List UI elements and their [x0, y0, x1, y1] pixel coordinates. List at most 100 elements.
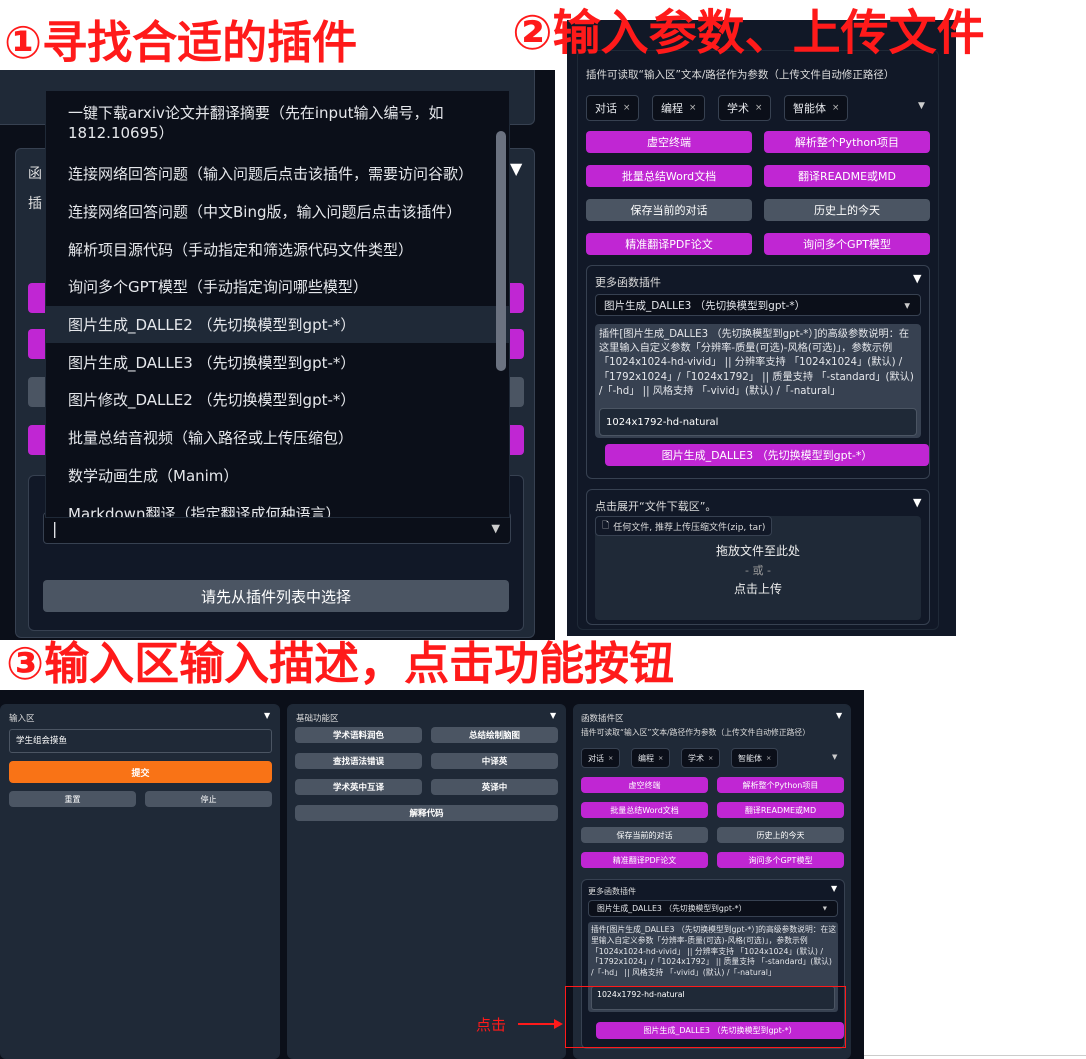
more-plugins-select[interactable]: 图片生成_DALLE3 （先切换模型到gpt-*） ▼ — [588, 900, 838, 917]
stop-button[interactable]: 停止 — [145, 791, 272, 807]
tag-chip[interactable]: 编程 × — [652, 95, 706, 121]
tags-dropdown-icon[interactable]: ▼ — [832, 753, 837, 761]
click-annotation-label: 点击 — [476, 1016, 507, 1034]
plugin-button[interactable]: 批量总结Word文档 — [586, 165, 752, 187]
plugin-button[interactable]: 询问多个GPT模型 — [717, 852, 844, 868]
close-icon[interactable]: × — [608, 754, 613, 762]
plugin-button[interactable]: 翻译README或MD — [764, 165, 930, 187]
plugin-button[interactable]: 历史上的今天 — [764, 199, 930, 221]
collapse-triangle-icon[interactable]: ▼ — [264, 711, 270, 720]
submit-button[interactable]: 提交 — [9, 761, 272, 783]
close-icon[interactable]: × — [755, 103, 762, 113]
more-plugins-select[interactable]: 图片生成_DALLE3 （先切换模型到gpt-*） ▼ — [595, 294, 921, 316]
dropdown-item[interactable]: 批量总结音视频（输入路径或上传压缩包） — [46, 419, 509, 457]
step2-heading: ②输入参数、上传文件 — [512, 5, 985, 61]
plugin-button[interactable]: 历史上的今天 — [717, 827, 844, 843]
collapse-triangle-icon[interactable]: ▼ — [510, 159, 522, 178]
basic-function-button[interactable]: 解释代码 — [295, 805, 558, 821]
plugin-button[interactable]: 虚空终端 — [586, 131, 752, 153]
input-area-panel: 输入区 ▼ 学生组会摸鱼 提交 重置 停止 — [0, 704, 280, 1059]
more-plugins-title: 更多函数插件 — [595, 276, 661, 289]
basic-functions-title: 基础功能区 — [296, 714, 339, 724]
basic-function-button[interactable]: 学术英中互译 — [295, 779, 422, 795]
upload-title: 点击展开“文件下载区”。 — [595, 500, 717, 513]
input-area-title: 输入区 — [9, 714, 35, 724]
dropdown-item[interactable]: Markdown翻译（指定翻译成何种语言） — [46, 494, 509, 517]
plugin-button[interactable]: 保存当前的对话 — [581, 827, 708, 843]
collapse-triangle-icon[interactable]: ▼ — [836, 711, 842, 720]
arrow-head-icon — [554, 1019, 563, 1029]
basic-function-button[interactable]: 中译英 — [431, 753, 558, 769]
tag-chip[interactable]: 智能体 × — [784, 95, 849, 121]
advanced-args-input[interactable]: 1024x1792-hd-natural — [599, 408, 917, 436]
plugin-button[interactable]: 精准翻译PDF论文 — [581, 852, 708, 868]
dropdown-item[interactable]: 图片修改_DALLE2 （先切换模型到gpt-*） — [46, 381, 509, 419]
basic-function-button[interactable]: 英译中 — [431, 779, 558, 795]
run-dalle3-button[interactable]: 图片生成_DALLE3 （先切换模型到gpt-*） — [605, 444, 929, 466]
dropdown-scrollbar[interactable] — [496, 131, 506, 371]
advanced-args-desc: 插件[图片生成_DALLE3 （先切换模型到gpt-*）]的高级参数说明：在这里… — [591, 925, 837, 978]
dropdown-item[interactable]: 数学动画生成（Manim） — [46, 457, 509, 495]
close-icon[interactable]: × — [689, 103, 696, 113]
plugin-area-panel: 插件可读取“输入区”文本/路径作为参数（上传文件自动修正路径） 对话 × 编程 × … — [577, 50, 939, 630]
dropdown-item[interactable]: 连接网络回答问题（中文Bing版，输入问题后点击该插件） — [46, 193, 509, 231]
plugin-button[interactable]: 解析整个Python项目 — [717, 777, 844, 793]
dropdown-item[interactable]: 询问多个GPT模型（手动指定询问哪些模型） — [46, 268, 509, 306]
chevron-down-icon: ▼ — [491, 521, 500, 535]
dropdown-item[interactable]: 解析项目源代码（手动指定和筛选源代码文件类型） — [46, 230, 509, 268]
step1-heading: ①寻找合适的插件 — [4, 16, 358, 69]
click-annotation-arrow — [518, 1023, 558, 1025]
close-icon[interactable]: × — [623, 103, 630, 113]
plugin-button[interactable]: 解析整个Python项目 — [764, 131, 930, 153]
plugin-area-title-small: 函数插件区 — [581, 714, 624, 724]
tag-chip[interactable]: 编程 × — [631, 748, 671, 768]
chevron-down-icon: ▼ — [822, 905, 827, 912]
plugin-button[interactable]: 询问多个GPT模型 — [764, 233, 930, 255]
collapse-triangle-icon[interactable]: ▼ — [831, 884, 837, 893]
basic-function-button[interactable]: 学术语料润色 — [295, 727, 422, 743]
tag-chip[interactable]: 学术 × — [718, 95, 772, 121]
upload-dropzone[interactable]: 🗋 任何文件, 推荐上传压缩文件(zip, tar) 拖放文件至此处 - 或 -… — [595, 516, 921, 620]
plugin-button[interactable]: 批量总结Word文档 — [581, 802, 708, 818]
chevron-down-icon: ▼ — [904, 300, 910, 310]
plugin-dropdown-list[interactable]: 一键下载arxiv论文并翻译摘要（先在input输入编号，如1812.10695… — [45, 90, 510, 518]
step1-empty-select-value: | — [52, 518, 58, 538]
plugin-button[interactable]: 虚空终端 — [581, 777, 708, 793]
basic-function-button[interactable]: 总结绘制脑图 — [431, 727, 558, 743]
tags-dropdown-icon[interactable]: ▼ — [918, 101, 925, 111]
plugin-area-subtitle-small: 插件可读取“输入区”文本/路径作为参数（上传文件自动修正路径） — [581, 728, 811, 737]
basic-function-button[interactable]: 查找语法错误 — [295, 753, 422, 769]
collapse-triangle-icon[interactable]: ▼ — [913, 272, 921, 285]
tag-chip[interactable]: 智能体 × — [731, 748, 779, 768]
collapse-triangle-icon[interactable]: ▼ — [913, 496, 921, 509]
tag-chip[interactable]: 学术 × — [681, 748, 721, 768]
advanced-args-box: 插件[图片生成_DALLE3 （先切换模型到gpt-*）]的高级参数说明：在这里… — [595, 324, 921, 438]
close-icon[interactable]: × — [766, 754, 771, 762]
reset-button[interactable]: 重置 — [9, 791, 136, 807]
dropdown-item[interactable]: 连接网络回答问题（输入问题后点击该插件，需要访问谷歌） — [46, 155, 509, 193]
input-textarea[interactable]: 学生组会摸鱼 — [9, 729, 272, 753]
step3-screenshot: 输入区 ▼ 学生组会摸鱼 提交 重置 停止 基础功能区 ▼ 学术语料润色 总结绘… — [0, 690, 864, 1059]
collapse-triangle-icon[interactable]: ▼ — [550, 711, 556, 720]
step1-panel-title: 函 — [28, 166, 42, 182]
close-icon[interactable]: × — [832, 103, 839, 113]
tag-chip[interactable]: 对话 × — [581, 748, 621, 768]
close-icon[interactable]: × — [658, 754, 663, 762]
close-icon[interactable]: × — [708, 754, 713, 762]
plugin-button[interactable]: 保存当前的对话 — [586, 199, 752, 221]
plugin-button[interactable]: 翻译README或MD — [717, 802, 844, 818]
plugin-area-subtitle: 插件可读取“输入区”文本/路径作为参数（上传文件自动修正路径） — [586, 69, 895, 81]
highlight-box — [565, 986, 846, 1048]
click-upload-text[interactable]: 点击上传 — [595, 580, 921, 597]
dropdown-item[interactable]: 一键下载arxiv论文并翻译摘要（先在input输入编号，如1812.10695… — [46, 91, 509, 155]
select-plugin-first-button[interactable]: 请先从插件列表中选择 — [43, 580, 509, 612]
step1-panel-subtitle: 插 — [28, 196, 42, 212]
advanced-args-desc: 插件[图片生成_DALLE3 （先切换模型到gpt-*）]的高级参数说明：在这里… — [599, 329, 914, 397]
step1-screenshot: 函 插 ▼ | ▼ 请先从插件列表中选择 一键下载arxiv论文并翻译摘要（先在… — [0, 70, 555, 640]
upload-box: 点击展开“文件下载区”。 ▼ 🗋 任何文件, 推荐上传压缩文件(zip, tar… — [586, 489, 930, 625]
file-icon: 🗋 — [602, 521, 610, 531]
dropdown-item-highlighted[interactable]: 图片生成_DALLE2 （先切换模型到gpt-*） — [46, 305, 509, 344]
plugin-button[interactable]: 精准翻译PDF论文 — [586, 233, 752, 255]
tag-chip[interactable]: 对话 × — [586, 95, 640, 121]
dropdown-item[interactable]: 图片生成_DALLE3 （先切换模型到gpt-*） — [46, 343, 509, 381]
